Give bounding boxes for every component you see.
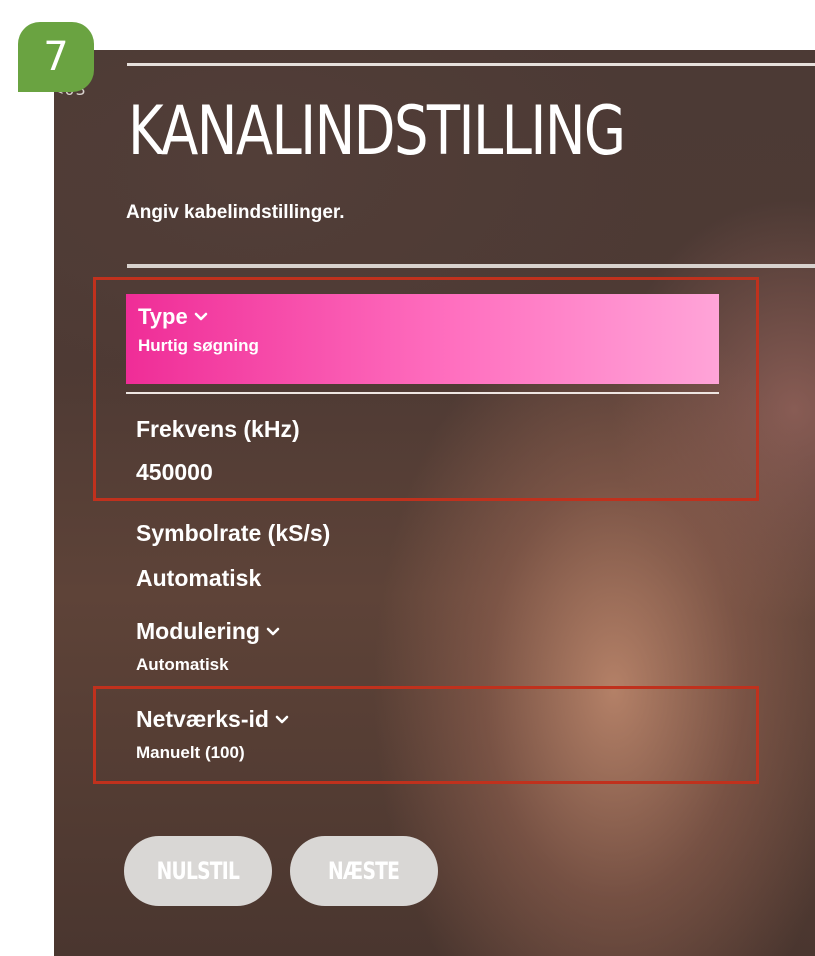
setting-modulation-label-row: Modulering — [136, 618, 280, 645]
setting-frequency[interactable]: Frekvens (kHz) 450000 — [136, 416, 300, 486]
type-divider — [126, 392, 719, 394]
setting-modulation-label: Modulering — [136, 618, 260, 644]
reset-button-label: NULSTIL — [156, 857, 240, 885]
chevron-down-icon — [266, 627, 280, 635]
setting-type-label: Type — [138, 304, 188, 329]
setting-modulation-value: Automatisk — [136, 655, 229, 674]
setting-frequency-label: Frekvens (kHz) — [136, 416, 300, 442]
setting-frequency-value: 450000 — [136, 459, 213, 485]
tv-screen-photo: <03 KANALINDSTILLING Angiv kabelindstill… — [54, 50, 815, 956]
next-button[interactable]: NÆSTE — [290, 836, 438, 906]
step-number-badge: 7 — [18, 22, 94, 92]
setting-network-id-label-row: Netværks-id — [136, 706, 289, 733]
reset-button[interactable]: NULSTIL — [124, 836, 272, 906]
setting-symbolrate-value: Automatisk — [136, 565, 262, 591]
setting-type-label-row: Type — [138, 304, 719, 330]
chevron-down-icon — [275, 715, 289, 723]
setting-network-id-label: Netværks-id — [136, 706, 269, 732]
setting-network-id[interactable]: Netværks-id Manuelt (100) — [136, 706, 289, 763]
settings-list: Type Hurtig søgning Frekvens (kHz) 45000… — [54, 50, 815, 956]
setting-type-value: Hurtig søgning — [138, 336, 259, 355]
chevron-down-icon — [194, 312, 208, 321]
setting-symbolrate-label: Symbolrate (kS/s) — [136, 520, 331, 546]
setting-modulation[interactable]: Modulering Automatisk — [136, 618, 280, 675]
setting-symbolrate[interactable]: Symbolrate (kS/s) Automatisk — [136, 520, 330, 592]
setting-type[interactable]: Type Hurtig søgning — [126, 294, 719, 384]
next-button-label: NÆSTE — [328, 857, 400, 885]
setting-network-id-value: Manuelt (100) — [136, 743, 245, 762]
